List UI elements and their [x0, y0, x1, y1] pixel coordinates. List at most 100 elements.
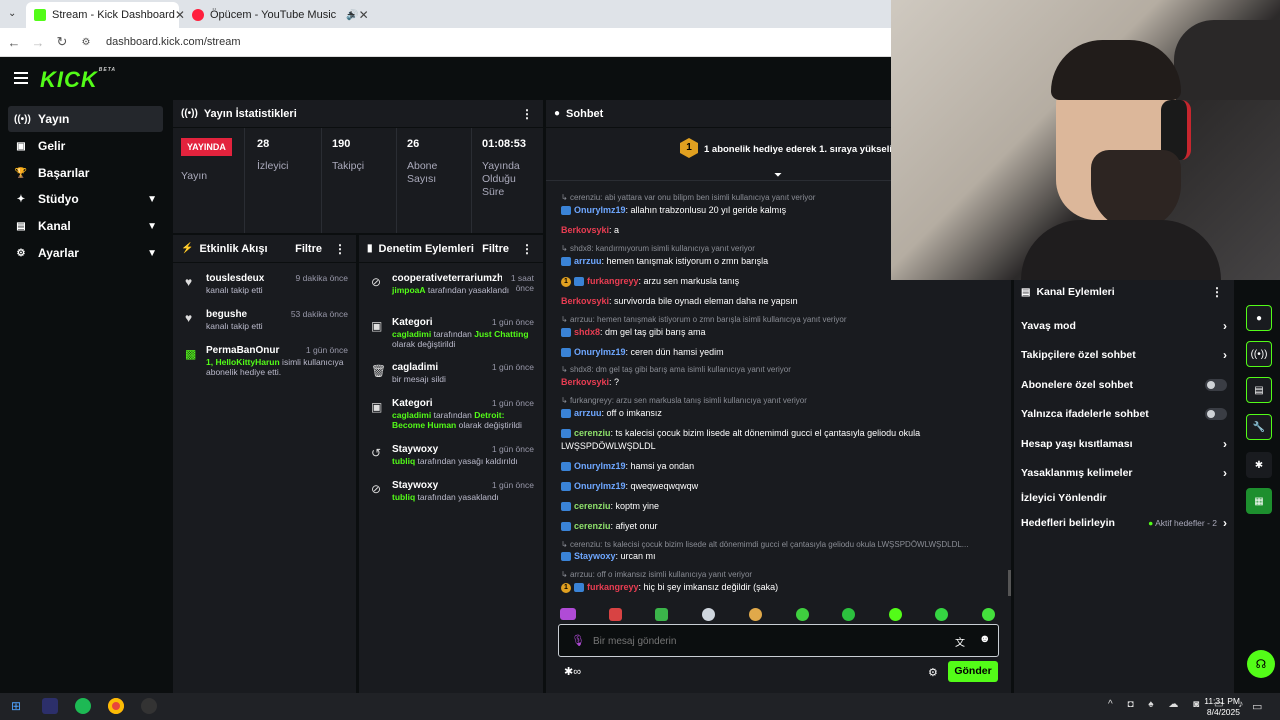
- forward-icon[interactable]: →: [26, 35, 50, 50]
- wrench-icon[interactable]: 🔧: [1246, 414, 1272, 440]
- chat-username[interactable]: arrzuu: [574, 256, 602, 266]
- chat-username[interactable]: furkangreyy: [587, 582, 639, 592]
- clock[interactable]: 11:31 PM 8/4/2025: [1202, 696, 1240, 718]
- chat-settings-gear-icon[interactable]: ⚙: [928, 666, 938, 679]
- reload-icon[interactable]: ↻: [50, 34, 74, 50]
- windows-start-icon[interactable]: ⊞: [8, 698, 24, 714]
- back-icon[interactable]: ←: [2, 35, 26, 50]
- chat-username[interactable]: Berkovsyki: [561, 225, 609, 235]
- sidebar-item-kanal[interactable]: ▤ Kanal ▼: [8, 213, 163, 239]
- action-emotes-only[interactable]: Yalnızca ifadelerle sohbet: [1021, 404, 1227, 424]
- moderator-name[interactable]: cagladimi: [392, 410, 431, 420]
- chat-username[interactable]: cerenziu: [574, 521, 611, 531]
- chat-username[interactable]: Berkovsyki: [561, 296, 609, 306]
- moderation-target[interactable]: Staywoxy: [392, 480, 438, 491]
- broadcast-rail-icon[interactable]: ((•)): [1246, 341, 1272, 367]
- chat-username[interactable]: shdx8: [574, 327, 600, 337]
- emote-icon[interactable]: [749, 608, 762, 621]
- chat-username[interactable]: Onurylmz19: [574, 347, 626, 357]
- chat-rail-icon[interactable]: ●: [1246, 305, 1272, 331]
- chrome-icon[interactable]: [108, 698, 124, 714]
- menu-icon[interactable]: [14, 72, 28, 84]
- emote-icon[interactable]: [702, 608, 715, 621]
- tab-youtube-music[interactable]: Öpücem - YouTube Music 🔊 ✕: [184, 2, 369, 28]
- spotify-icon[interactable]: [75, 698, 91, 714]
- moderation-target[interactable]: cooperativeterrariumzh: [392, 273, 502, 284]
- chat-input[interactable]: [593, 632, 923, 650]
- clapperboard-icon[interactable]: ▦: [1246, 488, 1272, 514]
- sidebar-item-basarilar[interactable]: 🏆 Başarılar: [8, 160, 163, 186]
- emote-icon[interactable]: [935, 608, 948, 621]
- layout-rail-icon[interactable]: ▤: [1246, 377, 1272, 403]
- chat-username[interactable]: cerenziu: [574, 428, 611, 438]
- translate-icon[interactable]: 文: [955, 634, 965, 649]
- more-options-icon[interactable]: ⋮: [521, 242, 533, 256]
- moderation-target[interactable]: Staywoxy: [392, 444, 438, 455]
- sidebar-item-gelir[interactable]: ▣ Gelir: [8, 133, 163, 159]
- category-name[interactable]: Just Chatting: [474, 329, 528, 339]
- sidebar-item-studyo[interactable]: ✦ Stüdyo ▼: [8, 186, 163, 212]
- gift-leaderboard-prompt[interactable]: 1 abonelik hediye ederek 1. sıraya yükse…: [704, 144, 898, 155]
- chat-username[interactable]: Staywoxy: [574, 551, 616, 561]
- chat-username[interactable]: Onurylmz19: [574, 461, 626, 471]
- close-tab-icon[interactable]: ✕: [359, 8, 369, 22]
- moderation-target[interactable]: cagladimi: [392, 362, 438, 373]
- chat-input-box[interactable]: 🎙 文 ☻: [558, 624, 999, 657]
- activity-user[interactable]: begushe: [206, 309, 247, 320]
- tools-rail-icon[interactable]: ✱: [1246, 452, 1272, 478]
- sidebar-item-ayarlar[interactable]: ⚙ Ayarlar ▼: [8, 240, 163, 266]
- action-slow-mode[interactable]: Yavaş mod ›: [1021, 316, 1227, 336]
- kick-logo[interactable]: KICKBETA: [40, 67, 116, 93]
- emotes-only-toggle[interactable]: [1205, 408, 1227, 420]
- activity-user[interactable]: touslesdeux: [206, 273, 264, 284]
- emoji-icon[interactable]: ☻: [979, 633, 991, 645]
- moderator-name[interactable]: tubliq: [392, 492, 415, 502]
- action-goals[interactable]: Hedefleri belirleyin ● Aktif hedefler - 2…: [1021, 513, 1227, 533]
- moderator-name[interactable]: cagladimi: [392, 329, 431, 339]
- chat-username[interactable]: arrzuu: [574, 408, 602, 418]
- tab-kick-dashboard[interactable]: Stream - Kick Dashboard ✕: [26, 2, 185, 28]
- url-text[interactable]: dashboard.kick.com/stream: [106, 36, 241, 48]
- emote-icon[interactable]: [560, 608, 576, 620]
- chat-tools-icon[interactable]: ✱∞: [564, 665, 581, 678]
- notification-icon[interactable]: ▭: [1252, 700, 1262, 713]
- support-headset-icon[interactable]: ☊: [1247, 650, 1275, 678]
- chat-username[interactable]: cerenziu: [574, 501, 611, 511]
- more-options-icon[interactable]: ⋮: [521, 107, 533, 121]
- chat-username[interactable]: Onurylmz19: [574, 205, 626, 215]
- more-options-icon[interactable]: ⋮: [1211, 285, 1223, 299]
- activity-user[interactable]: PermaBanOnur: [206, 345, 279, 356]
- filter-button[interactable]: Filtre: [295, 243, 322, 255]
- emote-icon[interactable]: [609, 608, 622, 621]
- emote-icon[interactable]: [889, 608, 902, 621]
- action-banned-words[interactable]: Yasaklanmış kelimeler ›: [1021, 463, 1227, 483]
- chat-username[interactable]: Onurylmz19: [574, 481, 626, 491]
- action-followers-only[interactable]: Takipçilere özel sohbet ›: [1021, 345, 1227, 365]
- chat-scrollbar[interactable]: [1008, 570, 1011, 596]
- filter-button[interactable]: Filtre: [482, 243, 509, 255]
- action-account-age[interactable]: Hesap yaşı kısıtlaması ›: [1021, 434, 1227, 454]
- emote-icon[interactable]: [655, 608, 668, 621]
- emote-icon[interactable]: [796, 608, 809, 621]
- moderator-name[interactable]: jimpoaA: [392, 285, 426, 295]
- moderator-name[interactable]: tubliq: [392, 456, 415, 466]
- microphone-icon[interactable]: 🎙: [571, 634, 585, 647]
- obs-icon[interactable]: [141, 698, 157, 714]
- chat-username[interactable]: furkangreyy: [587, 276, 639, 286]
- subscribers-only-toggle[interactable]: [1205, 379, 1227, 391]
- action-raid[interactable]: İzleyici Yönlendir: [1021, 488, 1227, 508]
- more-options-icon[interactable]: ⋮: [334, 242, 346, 256]
- send-button[interactable]: Gönder: [948, 661, 998, 682]
- chat-username[interactable]: Berkovsyki: [561, 377, 609, 387]
- site-info-icon[interactable]: ⚙: [74, 37, 98, 48]
- tab-list-icon[interactable]: ⌄: [8, 8, 16, 19]
- emote-icon[interactable]: [982, 608, 995, 621]
- app-icon[interactable]: [42, 698, 58, 714]
- broadcast-icon: ((•)): [181, 108, 198, 119]
- emote-icon[interactable]: [842, 608, 855, 621]
- action-subscribers-only[interactable]: Abonelere özel sohbet: [1021, 375, 1227, 395]
- activity-desc: 1, HelloKittyHarun isimli kullanıcıya ab…: [206, 357, 351, 377]
- new-tab-icon[interactable]: +: [347, 6, 355, 22]
- gift-recipient[interactable]: 1, HelloKittyHarun: [206, 357, 280, 367]
- sidebar-item-yayin[interactable]: ((•)) Yayın: [8, 106, 163, 132]
